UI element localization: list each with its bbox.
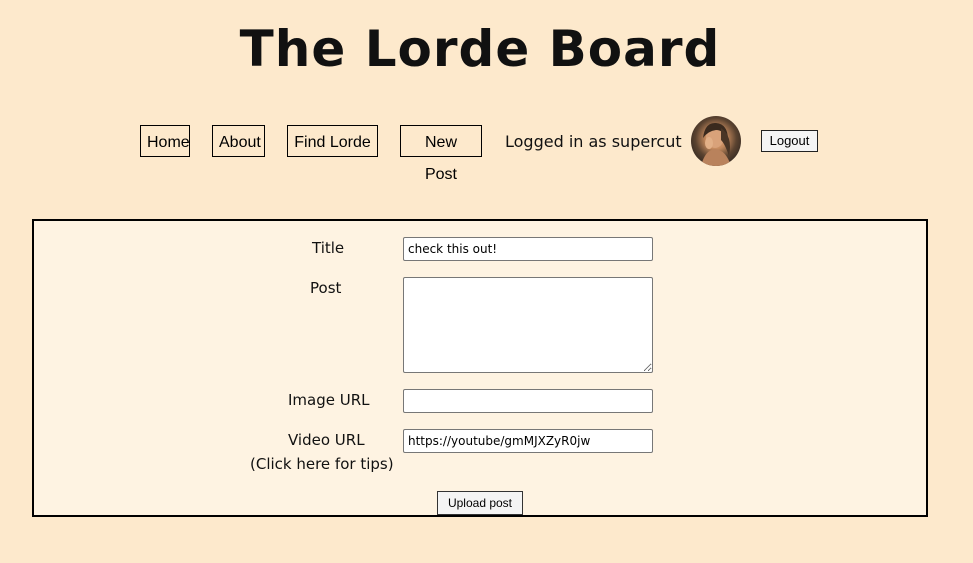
video-url-label: Video URL xyxy=(288,431,365,449)
title-input[interactable] xyxy=(403,237,653,261)
logout-button[interactable]: Logout xyxy=(761,130,818,152)
post-textarea[interactable] xyxy=(403,277,653,373)
video-tips-link[interactable]: (Click here for tips) xyxy=(250,455,394,473)
video-url-input[interactable] xyxy=(403,429,653,453)
post-label: Post xyxy=(310,279,342,297)
site-title: The Lorde Board xyxy=(239,20,721,78)
new-post-form: Title Post Image URL Video URL (Click he… xyxy=(32,219,928,517)
nav-home-button[interactable]: Home xyxy=(140,125,190,157)
avatar-image xyxy=(701,122,731,166)
upload-post-button[interactable]: Upload post xyxy=(437,491,523,515)
nav-about-button[interactable]: About xyxy=(212,125,265,157)
image-url-label: Image URL xyxy=(288,391,370,409)
title-label: Title xyxy=(312,239,345,257)
nav-new-post-button[interactable]: New Post xyxy=(400,125,482,183)
image-url-input[interactable] xyxy=(403,389,653,413)
user-avatar[interactable] xyxy=(691,116,741,166)
login-status-text: Logged in as supercut xyxy=(505,132,682,151)
nav-find-lorde-button[interactable]: Find Lorde xyxy=(287,125,378,157)
